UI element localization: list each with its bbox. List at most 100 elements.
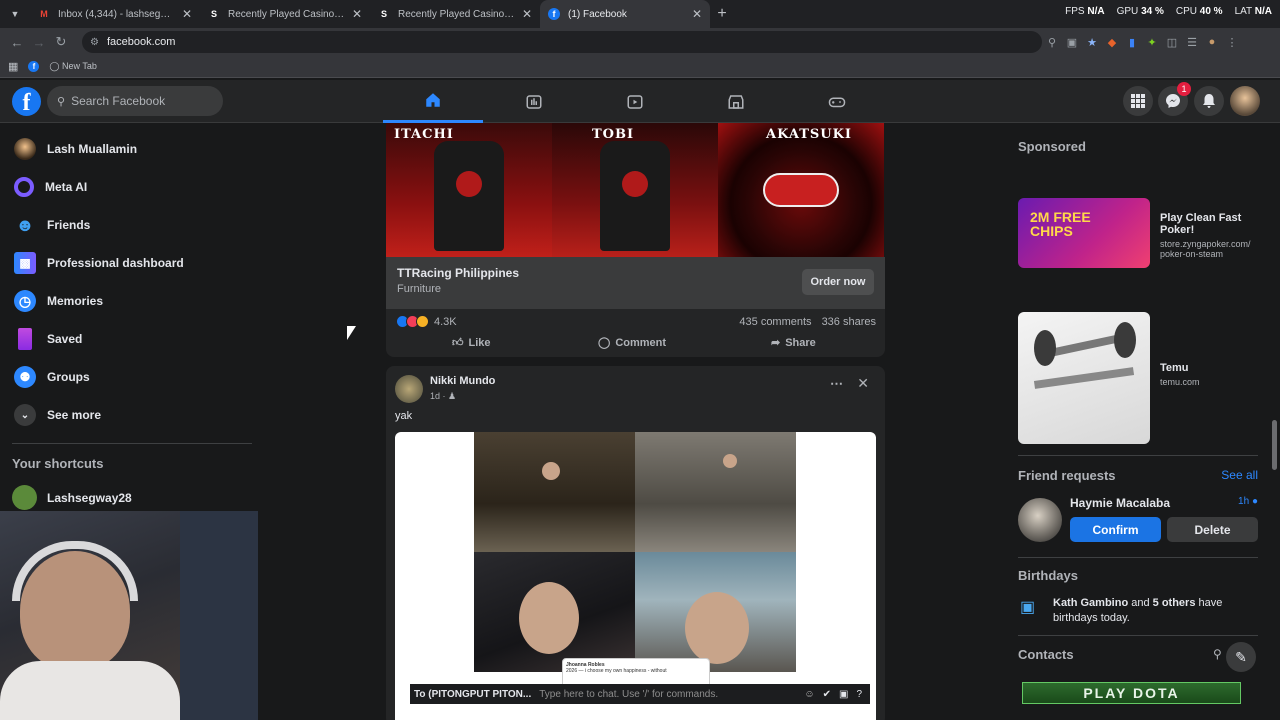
sidebar-item-saved[interactable]: Saved: [0, 320, 260, 358]
sidebar-item-see-more[interactable]: ⌄ See more: [0, 396, 260, 434]
sidebar-item-profile[interactable]: Lash Muallamin: [0, 130, 260, 168]
post-meta: 1d · ♟: [430, 391, 457, 401]
back-icon[interactable]: ←: [6, 35, 28, 50]
ad-post-footer: 4.3K 435 comments 336 shares 👍︎ Like ◯ C…: [386, 309, 885, 357]
sidebar-item-friends[interactable]: ☻ Friends: [0, 206, 260, 244]
url-bar[interactable]: ⚙ facebook.com: [82, 31, 1042, 53]
sidebar-item-groups[interactable]: ⚉ Groups: [0, 358, 260, 396]
person-figure: [723, 454, 737, 468]
post-photo[interactable]: [635, 432, 796, 552]
menu-button[interactable]: [1123, 86, 1153, 116]
shortcut-item[interactable]: Lashsegway28: [12, 485, 132, 510]
tab-gmail[interactable]: M Inbox (4,344) - lashsegway@gm ✕: [30, 0, 200, 28]
new-tab-button[interactable]: +: [710, 5, 734, 23]
contact-search-icon[interactable]: ⚲: [1213, 647, 1222, 661]
apps-icon[interactable]: ▦: [8, 60, 18, 73]
sidebar-item-meta-ai[interactable]: Meta AI: [0, 168, 260, 206]
bookmark-facebook-icon[interactable]: f: [28, 61, 40, 72]
tab-casino-2[interactable]: S Recently Played Casino Games ✕: [370, 0, 540, 28]
sponsored-ad-poker[interactable]: 2M FREE CHIPS Play Clean Fast Poker! sto…: [1018, 198, 1260, 268]
emoji-icon[interactable]: ☺: [804, 689, 814, 700]
like-button[interactable]: 👍︎ Like: [452, 336, 491, 350]
bitwarden-icon[interactable]: ▮: [1122, 36, 1142, 49]
share-button[interactable]: ➦ Share: [771, 336, 816, 350]
hide-post-icon[interactable]: ✕: [857, 375, 869, 392]
bookmark-newtab[interactable]: ◯ New Tab: [49, 61, 96, 72]
requester-avatar[interactable]: [1018, 498, 1062, 542]
close-tab-icon[interactable]: ✕: [522, 7, 532, 21]
ad-info-bar: TTRacing Philippines Furniture Order now: [386, 257, 885, 309]
fps-stat: FPS N/A: [1065, 6, 1104, 17]
browser-profile-icon[interactable]: ●: [1202, 36, 1222, 48]
ad-image-itachi[interactable]: ITACHI: [386, 123, 552, 257]
screen-icon[interactable]: ▣: [839, 689, 848, 700]
post-time[interactable]: 1d: [430, 391, 440, 401]
post-photo-grid[interactable]: Jhoanna Robles 2026 — i choose my own ha…: [395, 432, 876, 720]
comment-count[interactable]: 435 comments: [739, 316, 811, 328]
post-photo[interactable]: [474, 432, 635, 552]
ad-image-carousel[interactable]: ITACHI TOBI AKATSUKI: [386, 123, 885, 257]
site-info-icon[interactable]: ⚙: [90, 37, 99, 48]
stream-chat-bar[interactable]: To (PITONGPUT PITON... Type here to chat…: [410, 684, 870, 704]
search-input[interactable]: ⚲ Search Facebook: [47, 86, 223, 116]
profile-avatar: [14, 138, 36, 160]
sidebar-item-label: Groups: [47, 370, 90, 384]
share-count[interactable]: 336 shares: [822, 316, 876, 328]
order-now-button[interactable]: Order now: [802, 269, 874, 295]
facebook-logo[interactable]: f: [12, 87, 41, 116]
tab-casino-1[interactable]: S Recently Played Casino Games ✕: [200, 0, 370, 28]
tab-search-button[interactable]: ▼: [4, 3, 26, 25]
star-icon[interactable]: ★: [1082, 36, 1102, 49]
birthday-text[interactable]: Kath Gambino and 5 others have birthdays…: [1053, 596, 1253, 626]
sidebar-item-dashboard[interactable]: ▩ Professional dashboard: [0, 244, 260, 282]
sidebar-item-memories[interactable]: ◷ Memories: [0, 282, 260, 320]
install-icon[interactable]: ▣: [1062, 36, 1082, 49]
nav-marketplace[interactable]: [686, 80, 786, 123]
lat-label: LAT: [1234, 6, 1252, 17]
close-tab-icon[interactable]: ✕: [182, 7, 192, 21]
address-toolbar: ← → ↻ ⚙ facebook.com ⚲ ▣ ★ ◆ ▮ ✦ ◫ ☰ ● ⋮: [0, 28, 1280, 56]
chat-recipient: To (PITONGPUT PITON...: [414, 688, 532, 700]
delete-button[interactable]: Delete: [1167, 517, 1258, 542]
browser-menu-icon[interactable]: ⋮: [1222, 36, 1242, 49]
nav-home[interactable]: [383, 80, 483, 123]
extension-icon[interactable]: ◆: [1102, 36, 1122, 49]
check-icon[interactable]: ✔: [823, 689, 831, 700]
nav-watch[interactable]: [585, 80, 685, 123]
reload-icon[interactable]: ↻: [50, 34, 72, 50]
zoom-icon[interactable]: ⚲: [1042, 36, 1062, 49]
close-tab-icon[interactable]: ✕: [692, 7, 702, 21]
tab-facebook[interactable]: f (1) Facebook ✕: [540, 0, 710, 28]
ad-image-akatsuki[interactable]: AKATSUKI: [718, 123, 884, 257]
friends-icon: ☻: [15, 214, 35, 235]
nav-gaming[interactable]: [787, 80, 887, 123]
author-avatar[interactable]: [395, 375, 423, 403]
puzzle-icon[interactable]: ◫: [1162, 36, 1182, 49]
forward-icon[interactable]: →: [28, 35, 50, 50]
reaction-summary[interactable]: 4.3K: [396, 315, 457, 328]
post-options-icon[interactable]: ⋯: [830, 376, 843, 392]
gift-icon: ▣: [1020, 599, 1036, 616]
sponsored-ad-temu[interactable]: Temu temu.com: [1018, 312, 1260, 444]
extension-leaf-icon[interactable]: ✦: [1142, 36, 1162, 49]
search-icon: ⚲: [57, 95, 66, 108]
post-photo[interactable]: [635, 552, 796, 672]
notifications-button[interactable]: [1194, 86, 1224, 116]
post-author[interactable]: Nikki Mundo: [430, 375, 495, 387]
play-dota-banner[interactable]: PLAY DOTA: [1022, 682, 1241, 704]
close-tab-icon[interactable]: ✕: [352, 7, 362, 21]
sidebar-icon[interactable]: ☰: [1182, 36, 1202, 49]
comment-button[interactable]: ◯ Comment: [598, 336, 666, 350]
see-all-link[interactable]: See all: [1221, 468, 1258, 482]
confirm-button[interactable]: Confirm: [1070, 517, 1161, 542]
nav-video[interactable]: [484, 80, 584, 123]
new-message-button[interactable]: ✎: [1226, 642, 1256, 672]
account-avatar[interactable]: [1230, 86, 1260, 116]
post-photo[interactable]: [474, 552, 635, 672]
grid-menu-icon: [1131, 94, 1145, 108]
page-scrollbar[interactable]: [1272, 420, 1277, 470]
tab-title: Recently Played Casino Games: [228, 8, 346, 20]
requester-name[interactable]: Haymie Macalaba: [1070, 496, 1170, 510]
help-icon[interactable]: ?: [856, 689, 862, 700]
ad-image-tobi[interactable]: TOBI: [552, 123, 718, 257]
